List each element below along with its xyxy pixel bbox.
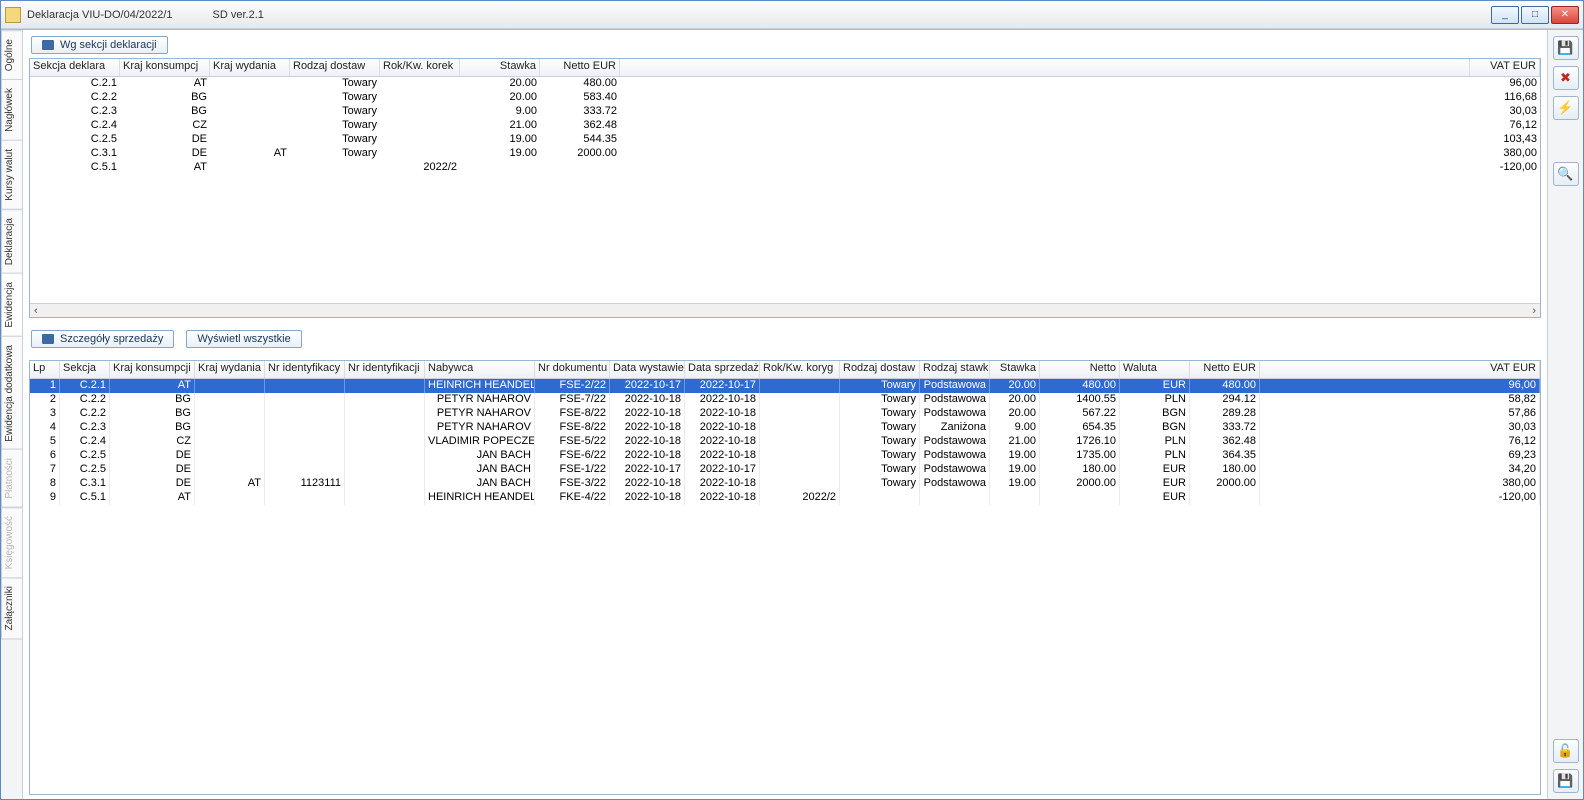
summary-row[interactable]: C.2.4CZTowary21.00362.4876,12 xyxy=(30,119,1540,133)
close-button[interactable]: ✕ xyxy=(1551,6,1579,24)
details-row[interactable]: 3C.2.2BGPETYR NAHAROVFSE-8/222022-10-182… xyxy=(30,407,1540,421)
details-row[interactable]: 2C.2.2BGPETYR NAHAROVFSE-7/222022-10-182… xyxy=(30,393,1540,407)
search-button[interactable]: 🔍 xyxy=(1553,162,1579,186)
titlebar: Deklaracja VIU-DO/04/2022/1 SD ver.2.1 _… xyxy=(1,1,1583,29)
summary-row[interactable]: C.2.1ATTowary20.00480.0096,00 xyxy=(30,77,1540,91)
details-col-header[interactable]: Nr identyfikacy xyxy=(265,361,345,378)
recalc-button[interactable]: ⚡ xyxy=(1553,96,1579,120)
vtab-płatności: Płatności xyxy=(1,449,22,508)
details-col-header[interactable]: Data wystawie xyxy=(610,361,685,378)
main-panel: Wg sekcji deklaracji Sekcja deklaraKraj … xyxy=(23,30,1547,799)
app-icon xyxy=(5,7,21,23)
lock-button[interactable]: 🔓 xyxy=(1553,739,1579,763)
save-button[interactable]: 💾 xyxy=(1553,36,1579,60)
window-version: SD ver.2.1 xyxy=(213,9,264,21)
details-col-header[interactable]: Netto xyxy=(1040,361,1120,378)
details-row[interactable]: 6C.2.5DEJAN BACHFSE-6/222022-10-182022-1… xyxy=(30,449,1540,463)
right-toolbar: 💾 ✖ ⚡ 🔍 🔓 💾 xyxy=(1547,30,1583,799)
disk-button[interactable]: 💾 xyxy=(1553,769,1579,793)
summary-grid: Sekcja deklaraKraj konsumpcjKraj wydania… xyxy=(29,58,1541,318)
vtab-ogólne[interactable]: Ogólne xyxy=(1,30,22,80)
maximize-button[interactable]: □ xyxy=(1521,6,1549,24)
summary-grid-header: Sekcja deklaraKraj konsumpcjKraj wydania… xyxy=(30,59,1540,77)
by-section-button[interactable]: Wg sekcji deklaracji xyxy=(31,36,168,54)
details-col-header[interactable]: Data sprzedaż xyxy=(685,361,760,378)
summary-col-header[interactable]: Netto EUR xyxy=(540,59,620,76)
details-grid: LpSekcjaKraj konsumpcjiKraj wydaniaNr id… xyxy=(29,360,1541,795)
details-row[interactable]: 4C.2.3BGPETYR NAHAROVFSE-8/222022-10-182… xyxy=(30,421,1540,435)
summary-col-header[interactable]: Kraj konsumpcj xyxy=(120,59,210,76)
summary-row[interactable]: C.5.1AT2022/2-120,00 xyxy=(30,161,1540,175)
summary-col-header[interactable]: Sekcja deklara xyxy=(30,59,120,76)
details-col-header[interactable]: Lp xyxy=(30,361,60,378)
details-col-header[interactable]: Kraj konsumpcji xyxy=(110,361,195,378)
details-row[interactable]: 8C.3.1DEAT1123111JAN BACHFSE-3/222022-10… xyxy=(30,477,1540,491)
summary-col-header[interactable]: Kraj wydania xyxy=(210,59,290,76)
details-row[interactable]: 7C.2.5DEJAN BACHFSE-1/222022-10-172022-1… xyxy=(30,463,1540,477)
summary-row[interactable]: C.2.2BGTowary20.00583.40116,68 xyxy=(30,91,1540,105)
details-col-header[interactable]: Nabywca xyxy=(425,361,535,378)
app-window: Deklaracja VIU-DO/04/2022/1 SD ver.2.1 _… xyxy=(0,0,1584,800)
summary-row[interactable]: C.2.5DETowary19.00544.35103,43 xyxy=(30,133,1540,147)
details-col-header[interactable]: Stawka xyxy=(990,361,1040,378)
details-grid-body[interactable]: 1C.2.1ATHEINRICH HEANDELFSE-2/222022-10-… xyxy=(30,379,1540,794)
show-all-label: Wyświetl wszystkie xyxy=(197,333,290,345)
vtab-nagłówek[interactable]: Nagłówek xyxy=(1,79,22,141)
details-col-header[interactable]: Rodzaj dostaw xyxy=(840,361,920,378)
summary-col-header[interactable]: Rodzaj dostaw xyxy=(290,59,380,76)
vtab-załączniki[interactable]: Załączniki xyxy=(1,577,22,639)
summary-col-header[interactable]: Stawka xyxy=(460,59,540,76)
vtab-księgowość: Księgowość xyxy=(1,507,22,578)
details-col-header[interactable]: Waluta xyxy=(1120,361,1190,378)
summary-row[interactable]: C.2.3BGTowary9.00333.7230,03 xyxy=(30,105,1540,119)
details-row[interactable]: 9C.5.1ATHEINRICH HEANDELFKE-4/222022-10-… xyxy=(30,491,1540,505)
details-col-header[interactable]: Rok/Kw. koryg xyxy=(760,361,840,378)
export-icon xyxy=(42,334,54,344)
details-col-header[interactable]: Netto EUR xyxy=(1190,361,1260,378)
details-row[interactable]: 1C.2.1ATHEINRICH HEANDELFSE-2/222022-10-… xyxy=(30,379,1540,393)
summary-scrollbar[interactable]: ‹› xyxy=(30,303,1540,317)
details-col-header[interactable]: Nr identyfikacji xyxy=(345,361,425,378)
vtab-ewidencja-dodatkowa[interactable]: Ewidencja dodatkowa xyxy=(1,336,22,451)
sales-details-button[interactable]: Szczegóły sprzedaży xyxy=(31,330,174,348)
summary-row[interactable]: C.3.1DEATTowary19.002000.00380,00 xyxy=(30,147,1540,161)
content-area: OgólneNagłówekKursy walutDeklaracjaEwide… xyxy=(1,29,1583,799)
window-title: Deklaracja VIU-DO/04/2022/1 xyxy=(27,9,173,21)
details-grid-header: LpSekcjaKraj konsumpcjiKraj wydaniaNr id… xyxy=(30,361,1540,379)
details-col-header[interactable]: VAT EUR xyxy=(1260,361,1540,378)
details-col-header[interactable]: Kraj wydania xyxy=(195,361,265,378)
details-col-header[interactable]: Sekcja xyxy=(60,361,110,378)
summary-col-header[interactable] xyxy=(620,59,1470,76)
delete-button[interactable]: ✖ xyxy=(1553,66,1579,90)
vtab-ewidencja[interactable]: Ewidencja xyxy=(1,273,22,337)
minimize-button[interactable]: _ xyxy=(1491,6,1519,24)
details-row[interactable]: 5C.2.4CZVLADIMIR POPECZEKFSE-5/222022-10… xyxy=(30,435,1540,449)
sales-details-label: Szczegóły sprzedaży xyxy=(60,333,163,345)
show-all-button[interactable]: Wyświetl wszystkie xyxy=(186,330,301,348)
vertical-tabs: OgólneNagłówekKursy walutDeklaracjaEwide… xyxy=(1,30,23,799)
vtab-kursy-walut[interactable]: Kursy walut xyxy=(1,140,22,210)
details-col-header[interactable]: Nr dokumentu xyxy=(535,361,610,378)
details-col-header[interactable]: Rodzaj stawki xyxy=(920,361,990,378)
vtab-deklaracja[interactable]: Deklaracja xyxy=(1,209,22,274)
summary-grid-body[interactable]: C.2.1ATTowary20.00480.0096,00C.2.2BGTowa… xyxy=(30,77,1540,303)
summary-col-header[interactable]: Rok/Kw. korek xyxy=(380,59,460,76)
by-section-label: Wg sekcji deklaracji xyxy=(60,39,157,51)
export-icon xyxy=(42,40,54,50)
summary-col-header[interactable]: VAT EUR xyxy=(1470,59,1540,76)
